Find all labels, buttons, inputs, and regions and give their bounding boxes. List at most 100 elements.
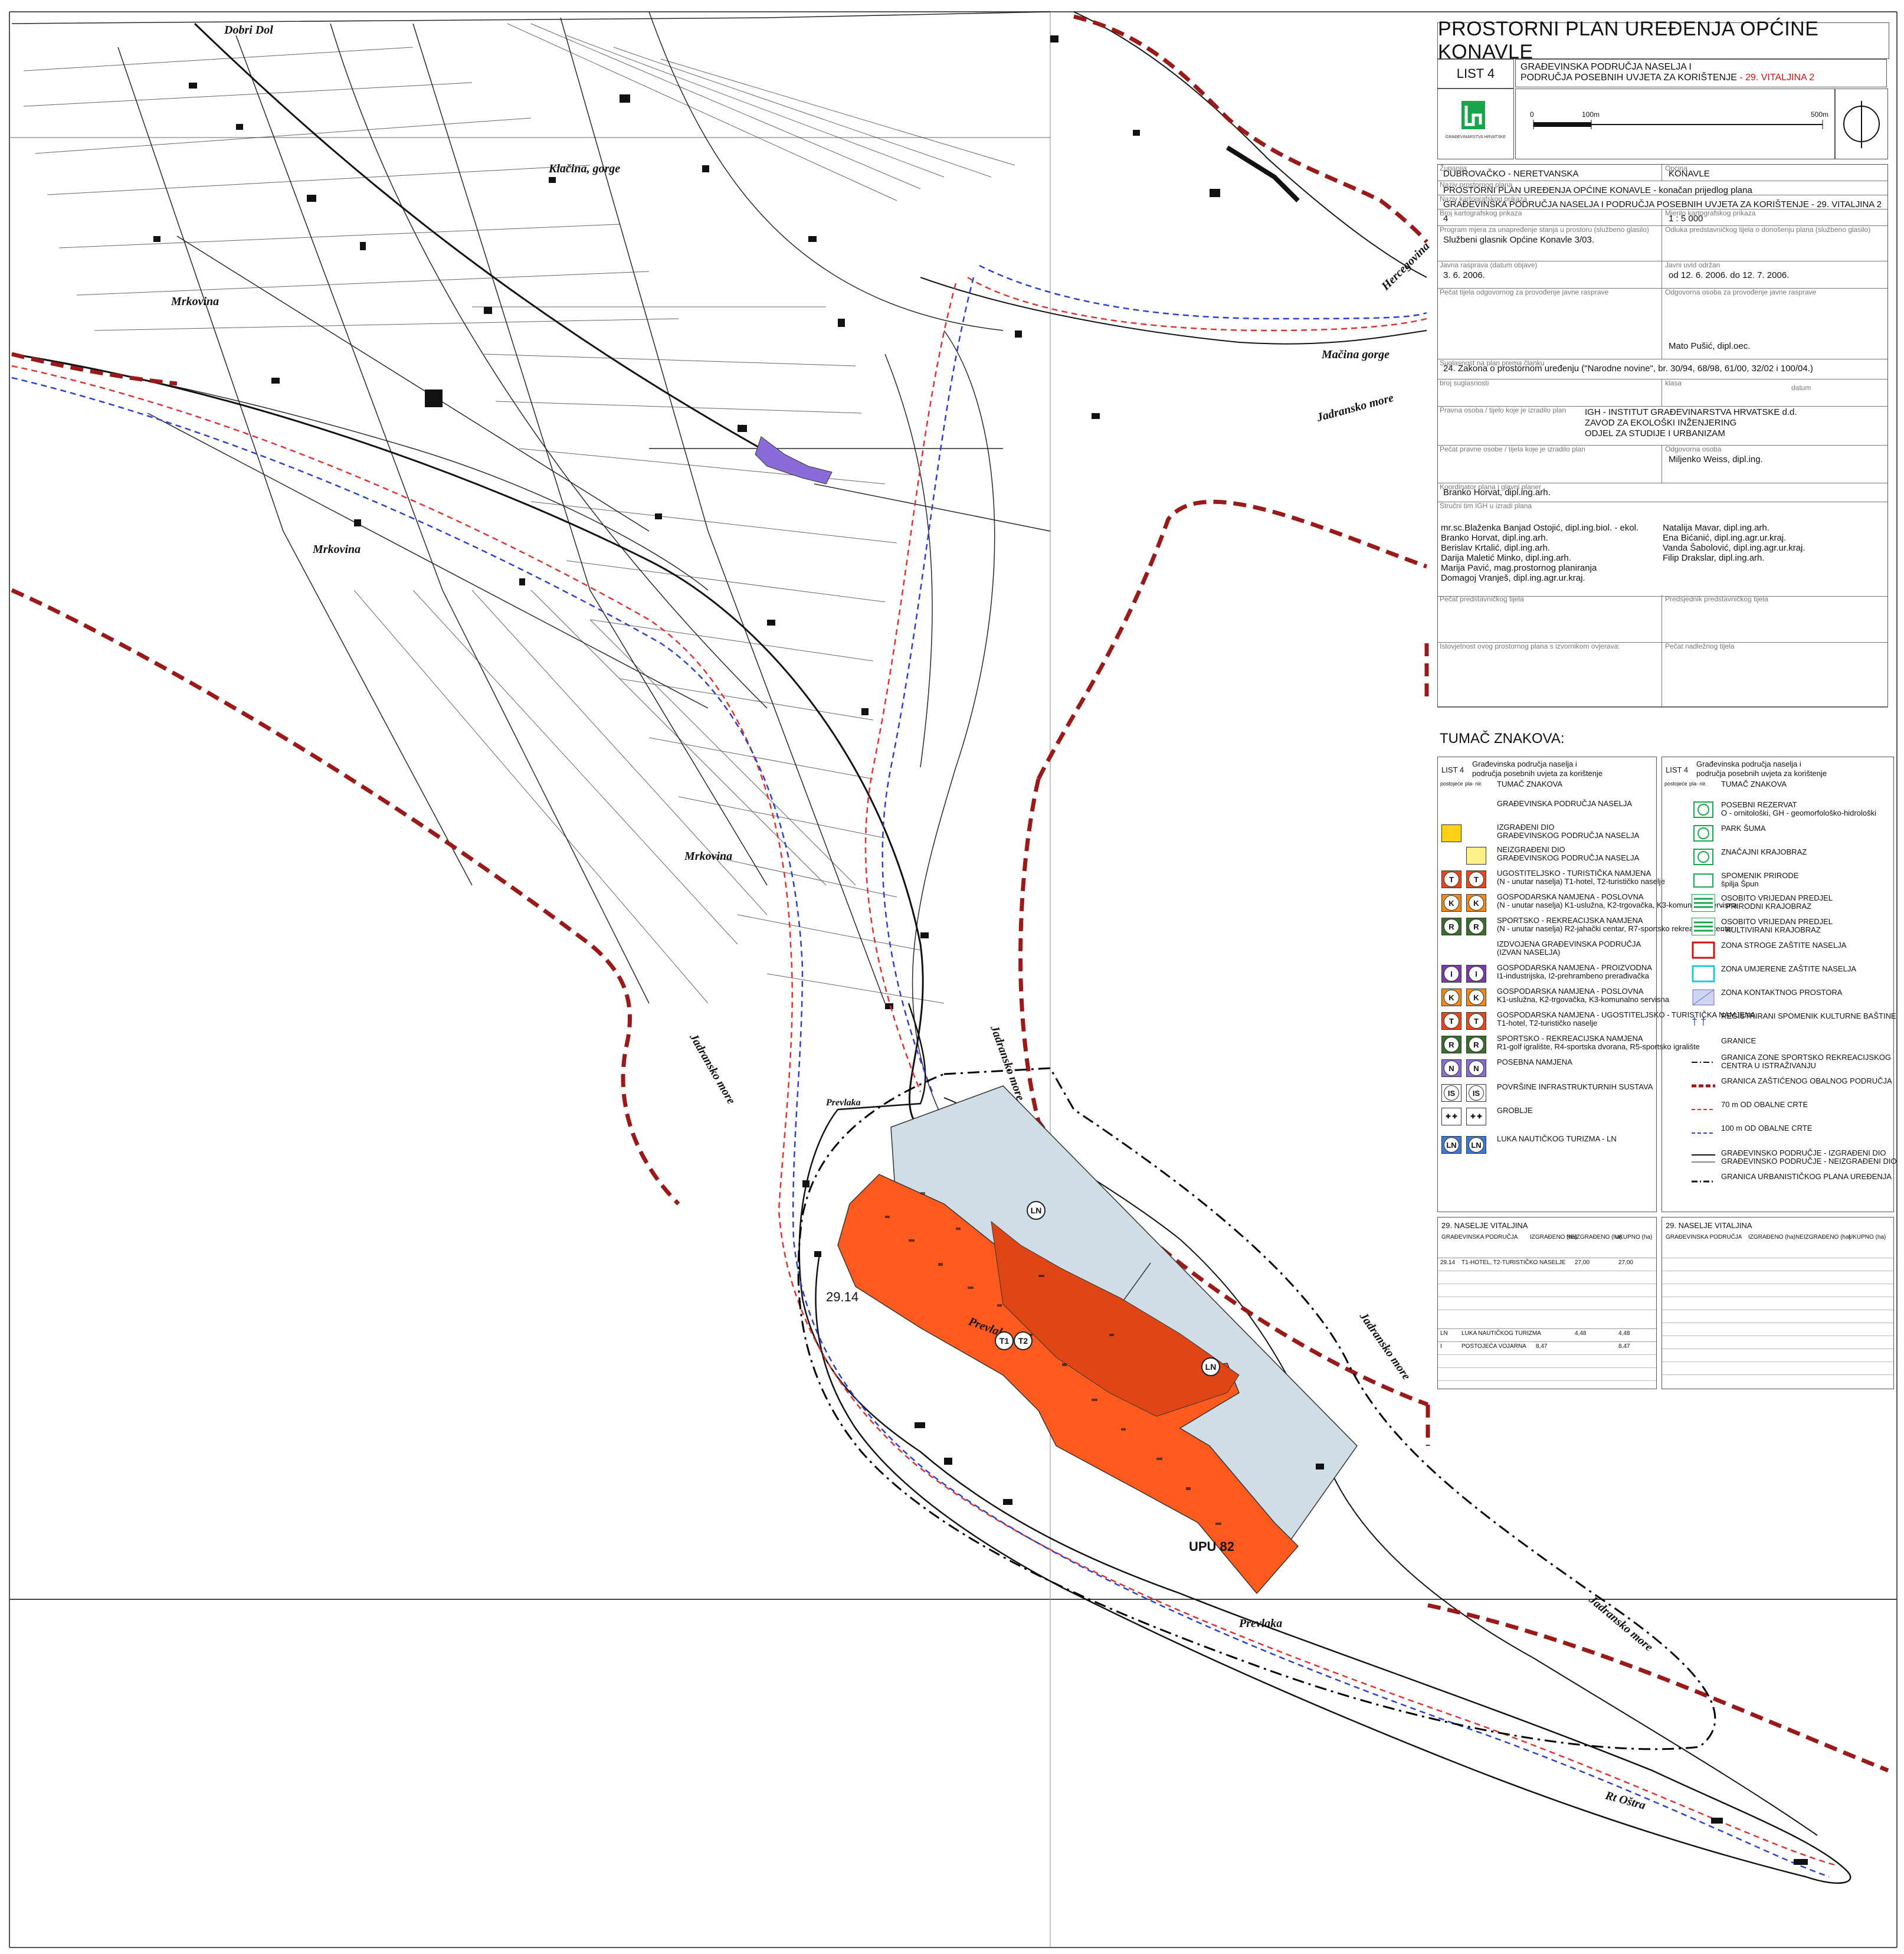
legend-item: GRANICA ZAŠTIĆENOG OBALNOG PODRUČJA	[1662, 1075, 1893, 1098]
legend-right-col-a: postojeće	[1664, 781, 1687, 787]
table-cell: LUKA NAUTIČKOG TURIZMA	[1461, 1330, 1541, 1337]
legend-swatch-planned: R	[1466, 1036, 1486, 1053]
legend-swatch-existing: IS	[1441, 1084, 1461, 1102]
scale-mid: 100m	[1582, 110, 1600, 119]
table-cell: POSTOJEĆA VOJARNA	[1461, 1343, 1526, 1350]
legend-swatch-planned: IS	[1466, 1084, 1486, 1102]
tourist-settlement-marker: T2	[1014, 1331, 1033, 1350]
legend-right-title-1: Građevinska područja naselja i	[1696, 760, 1801, 768]
legend-item-sublabel: I1-industrijska, I2-prehrambeno prerađiv…	[1497, 971, 1649, 980]
map-label-macina: Mačina gorge	[1322, 348, 1390, 361]
legend-item-label: GOSPODARSKA NAMJENA - POSLOVNA	[1497, 987, 1644, 996]
legend-swatch-existing: ✚ ✚	[1441, 1108, 1461, 1125]
legend-item-label: 100 m OD OBALNE CRTE	[1721, 1124, 1813, 1133]
map-label-mrkovina-2: Mrkovina	[313, 543, 361, 556]
legend-item: ZONA STROGE ZAŠTITE NASELJA	[1662, 939, 1893, 963]
legend-item: POSEBNI REZERVAT O - ornitološki, GH - ge…	[1662, 798, 1893, 822]
map-label-dobri-dol: Dobri Dol	[224, 24, 273, 37]
legend-item: ZNAČAJNI KRAJOBRAZ	[1662, 846, 1893, 869]
legend-item-label: ZONA KONTAKTNOG PROSTORA	[1721, 988, 1843, 997]
legend-item: † † REGISTRIRANI SPOMENIK KULTURNE BAŠTIN…	[1662, 1010, 1896, 1033]
legend-item-sublabel: CENTRA U ISTRAŽIVANJU	[1721, 1061, 1816, 1070]
legend-item: I I GOSPODARSKA NAMJENA - PROIZVODNA I1-ind…	[1438, 963, 1656, 986]
table-cell: 29.14	[1440, 1259, 1456, 1266]
legend-item-label: GRAĐEVINSKA PODRUČJA NASELJA	[1497, 799, 1633, 808]
legend-symbol	[1692, 824, 1715, 842]
table-cell: 4,48	[1618, 1330, 1630, 1337]
legend-right-col-title: TUMAČ ZNAKOVA	[1721, 780, 1787, 788]
legend-symbol	[1692, 965, 1715, 983]
table-cell: T1-HOTEL, T2-TURISTIČKO NASELJE	[1461, 1259, 1566, 1266]
map-label-mrkovina-3: Mrkovina	[684, 850, 733, 863]
legend-item-label: IZGRAĐENI DIO	[1497, 823, 1555, 832]
legend-swatch-existing: R	[1441, 918, 1461, 935]
legend-item-sublabel: špilja Špun	[1721, 879, 1759, 888]
marina-marker-1-text: LN	[1030, 1206, 1042, 1215]
table-row: LN LUKA NAUTIČKOG TURIZMA 4,48 4,48	[1438, 1328, 1656, 1341]
area-table-right: 29. NASELJE VITALJINA GRAĐEVINSKA PODRUČ…	[1662, 1217, 1894, 1389]
legend-item: K K GOSPODARSKA NAMJENA - POSLOVNA K1-usluž…	[1438, 986, 1669, 1010]
tourist-settlement-marker-text: T2	[1018, 1336, 1028, 1346]
legend-item-label: GRANICA ZONE SPORTSKO REKREACIJSKOG	[1721, 1053, 1891, 1062]
legend-swatch-planned: I	[1466, 965, 1486, 983]
table-row: I POSTOJEĆA VOJARNA 8,47 8,47	[1438, 1341, 1656, 1354]
sheet-subtitle-line2-text: PODRUČJA POSEBNIH UVJETA ZA KORIŠTENJE	[1520, 73, 1737, 83]
area-right-h1: IZGRAĐENO (ha)	[1748, 1234, 1796, 1241]
legend-item: SPOMENIK PRIRODE špilja Špun	[1662, 869, 1893, 893]
table-gridline	[1438, 1367, 1656, 1368]
legend-right-col-b: pla- nir.	[1689, 781, 1707, 787]
table-gridline	[1662, 1374, 1893, 1375]
legend-item: R R SPORTSKO - REKREACIJSKA NAMJENA R1-golf…	[1438, 1033, 1700, 1057]
legend-swatch-existing: K	[1441, 989, 1461, 1006]
legend-swatch-existing: I	[1441, 965, 1461, 983]
area-left-title: 29. NASELJE VITALJINA	[1441, 1221, 1528, 1230]
legend-item-label: POSEBNI REZERVAT	[1721, 800, 1797, 809]
legend-symbol	[1692, 1124, 1715, 1142]
hotel-marker-text: T1	[999, 1336, 1010, 1346]
legend-item: IS IS POVRŠINE INFRASTRUKTURNIH SUSTAVA	[1438, 1082, 1656, 1105]
legend-swatch-existing	[1441, 824, 1461, 842]
area-right-title: 29. NASELJE VITALJINA	[1666, 1221, 1752, 1230]
scale-bar: 0 100m 500m	[1515, 89, 1835, 159]
legend-symbol	[1691, 917, 1716, 936]
legend-item-sublabel: (N - unutar naselja) T1-hotel, T2-turist…	[1497, 877, 1665, 886]
logo-caption: GRAĐEVINARSTVA HRVATSKE	[1445, 135, 1506, 139]
legend-item-sublabel: O - ornitološki, GH - geomorfološko-hidr…	[1721, 809, 1876, 817]
legend-item: T T UGOSTITELJSKO - TURISTIČKA NAMJENA (N -…	[1438, 868, 1665, 892]
legend-left-col-title: TUMAČ ZNAKOVA	[1497, 780, 1562, 788]
legend-left-col-a: postojeće	[1440, 781, 1463, 787]
legend-symbol	[1692, 1173, 1715, 1190]
igh-logo: GRAĐEVINARSTVA HRVATSKE	[1437, 89, 1514, 159]
legend-item-label: PARK ŠUMA	[1721, 824, 1766, 833]
legend-symbol	[1692, 941, 1715, 959]
map-label-prevlaka-s: Prevlaka	[1239, 1617, 1283, 1630]
legend-swatch-planned: LN	[1466, 1136, 1486, 1154]
legend-item: GRANICA URBANISTIČKOG PLANA UREĐENJA	[1662, 1170, 1893, 1194]
area-left-h3: UKUPNO (ha)	[1615, 1234, 1653, 1241]
scale-zero: 0	[1530, 110, 1534, 119]
legend-item-label: SPORTSKO - REKREACIJSKA NAMJENA	[1497, 1034, 1643, 1043]
legend-symbol	[1691, 893, 1716, 912]
sheet-number: LIST 4	[1437, 59, 1514, 89]
area-right-h0: GRAĐEVINSKA PODRUČJA	[1666, 1234, 1742, 1241]
legend-symbol	[1692, 989, 1715, 1006]
legend-item-label: SPORTSKO - REKREACIJSKA NAMJENA	[1497, 916, 1643, 925]
legend-item-sublabel: T1-hotel, T2-turističko naselje	[1497, 1019, 1598, 1027]
title-block: PROSTORNI PLAN UREĐENJA OPĆINE KONAVLE L…	[1427, 17, 1904, 708]
legend-swatch-planned: T	[1466, 1012, 1486, 1030]
legend-item-sublabel: K1-uslužna, K2-trgovačka, K3-komunalno s…	[1497, 995, 1669, 1004]
legend-swatch-existing: LN	[1441, 1136, 1461, 1154]
map-label-prevlaka-n: Prevlaka	[826, 1098, 861, 1108]
sheet-subtitle-red: - 29. VITALJINA 2	[1736, 73, 1815, 83]
legend-item: K K GOSPODARSKA NAMJENA - POSLOVNA (N - unu…	[1438, 892, 1737, 915]
legend-symbol	[1692, 1101, 1715, 1118]
info-frame	[1437, 164, 1888, 707]
legend-item: PARK ŠUMA	[1662, 822, 1893, 846]
table-cell: 8,47	[1536, 1343, 1548, 1350]
legend-swatch-planned: T	[1466, 870, 1486, 888]
area-right-h3: UKUPNO (ha)	[1849, 1234, 1886, 1241]
table-cell: 27,00	[1575, 1259, 1590, 1266]
legend-item-label: GRANICE	[1721, 1036, 1756, 1045]
legend-item: IZGRAĐENI DIO GRAĐEVINSKOG PODRUČJA NASEL…	[1438, 822, 1656, 846]
legend-item-label: 70 m OD OBALNE CRTE	[1721, 1100, 1808, 1109]
